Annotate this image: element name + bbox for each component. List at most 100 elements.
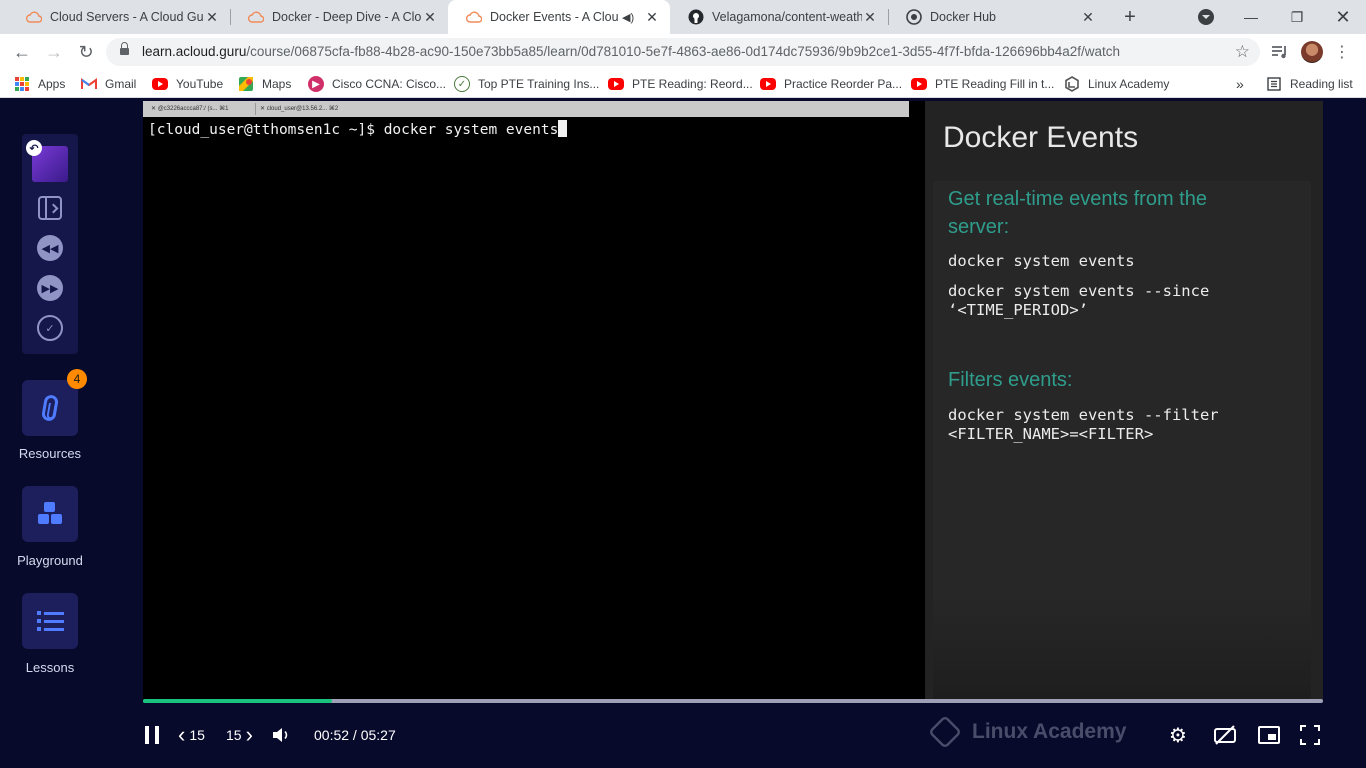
browser-tab-docker-hub[interactable]: Docker Hub ✕ bbox=[888, 0, 1106, 34]
bookmark-youtube[interactable]: YouTube bbox=[152, 70, 223, 98]
rewind-seconds: 15 bbox=[189, 727, 205, 743]
bookmarks-bar: Apps Gmail YouTube Maps ▶ Cisco CCNA: Ci… bbox=[0, 70, 1366, 98]
resources-count-badge: 4 bbox=[67, 369, 87, 389]
picture-in-picture-button[interactable] bbox=[1258, 722, 1280, 748]
lock-icon[interactable] bbox=[120, 42, 129, 57]
bookmarks-overflow-button[interactable]: » bbox=[1236, 70, 1244, 98]
bookmark-cisco[interactable]: ▶ Cisco CCNA: Cisco... bbox=[308, 70, 446, 98]
close-tab-icon[interactable]: ✕ bbox=[422, 9, 438, 25]
close-tab-icon[interactable]: ✕ bbox=[862, 9, 878, 25]
bookmark-practice-reorder[interactable]: Practice Reorder Pa... bbox=[760, 70, 902, 98]
bookmark-label: Maps bbox=[262, 77, 292, 91]
bookmark-maps[interactable]: Maps bbox=[238, 70, 291, 98]
chevron-left-icon: ‹ bbox=[178, 722, 186, 747]
forward-arrow-icon[interactable]: → bbox=[42, 40, 66, 64]
minimize-icon[interactable]: — bbox=[1228, 0, 1274, 34]
bookmark-label: YouTube bbox=[176, 77, 224, 91]
maps-icon bbox=[238, 76, 254, 92]
terminal-tab-1: ✕ @c3226accca87:/ (s... ⌘1 bbox=[151, 106, 229, 112]
browser-tab-docker-deep-dive[interactable]: Docker - Deep Dive - A Cloud ✕ bbox=[230, 0, 448, 34]
slide-title: Docker Events bbox=[943, 121, 1139, 154]
close-tab-icon[interactable]: ✕ bbox=[644, 9, 660, 25]
slide-panel: Docker Events Get real-time events from … bbox=[925, 101, 1323, 749]
gmail-icon bbox=[81, 76, 97, 92]
browser-tab-cloud-servers[interactable]: Cloud Servers - A Cloud Guru ✕ bbox=[8, 0, 230, 34]
address-bar[interactable]: learn.acloud.guru/course/06875cfa-fb88-4… bbox=[106, 38, 1260, 66]
tab-title: Docker Hub bbox=[930, 10, 996, 24]
forward-15-button[interactable]: 15 › bbox=[226, 722, 253, 748]
mark-complete-icon[interactable]: ✓ bbox=[36, 314, 64, 342]
fullscreen-button[interactable] bbox=[1300, 722, 1320, 748]
speaker-icon[interactable]: ◀) bbox=[622, 11, 636, 24]
paperclip-icon bbox=[40, 393, 60, 423]
captions-off-icon bbox=[1214, 725, 1236, 745]
terminal-tab-2: ✕ cloud_user@13.56.2... ⌘2 bbox=[255, 103, 363, 115]
previous-lesson-icon[interactable]: ◀◀ bbox=[36, 234, 64, 262]
bookmark-pte-reading[interactable]: PTE Reading: Reord... bbox=[608, 70, 753, 98]
video-progress-fill bbox=[143, 699, 332, 703]
url-path: /course/06875cfa-fb88-4b28-ac90-150e73bb… bbox=[246, 44, 1121, 59]
gear-icon: ⚙ bbox=[1169, 724, 1187, 747]
video-player[interactable]: ✕ @c3226accca87:/ (s... ⌘1 ✕ cloud_user@… bbox=[143, 101, 1323, 749]
bookmark-pte-fill[interactable]: PTE Reading Fill in t... bbox=[911, 70, 1054, 98]
video-progress-bar[interactable] bbox=[143, 699, 1323, 703]
url-text[interactable]: learn.acloud.guru/course/06875cfa-fb88-4… bbox=[142, 38, 1120, 66]
back-arrow-icon[interactable]: ← bbox=[10, 40, 34, 64]
docker-hub-icon bbox=[906, 9, 922, 25]
lessons-button[interactable] bbox=[22, 593, 78, 649]
playground-button[interactable] bbox=[22, 486, 78, 542]
bookmark-pte-training[interactable]: ✓ Top PTE Training Ins... bbox=[454, 70, 599, 98]
pause-button[interactable] bbox=[145, 722, 159, 748]
close-window-icon[interactable]: ✕ bbox=[1320, 0, 1366, 34]
cloud-icon bbox=[26, 9, 42, 25]
new-tab-button[interactable]: + bbox=[1118, 5, 1142, 29]
list-icon bbox=[36, 611, 64, 631]
media-control-icon[interactable] bbox=[1268, 40, 1292, 64]
url-host: learn.acloud.guru bbox=[142, 44, 247, 59]
bookmark-label: Top PTE Training Ins... bbox=[478, 77, 600, 91]
rewind-15-button[interactable]: ‹ 15 bbox=[178, 722, 205, 748]
slide-heading-line: Filters events: bbox=[948, 369, 1073, 391]
reload-icon[interactable]: ↻ bbox=[74, 40, 98, 64]
chevron-right-icon: › bbox=[245, 722, 253, 747]
tab-title: Docker Events - A Cloud bbox=[490, 10, 618, 24]
browser-toolbar: ← → ↻ learn.acloud.guru/course/06875cfa-… bbox=[0, 34, 1366, 70]
youtube-icon bbox=[152, 78, 168, 90]
picture-in-picture-icon bbox=[1258, 726, 1280, 744]
settings-button[interactable]: ⚙ bbox=[1169, 722, 1187, 748]
profile-avatar[interactable] bbox=[1300, 40, 1324, 64]
bookmark-gmail[interactable]: Gmail bbox=[81, 70, 136, 98]
browser-tab-github[interactable]: Velagamona/content-weathe ✕ bbox=[670, 0, 888, 34]
restore-icon[interactable]: ❐ bbox=[1274, 0, 1320, 34]
youtube-icon bbox=[608, 78, 624, 90]
captions-off-button[interactable] bbox=[1213, 722, 1237, 748]
slide-code-line: docker system events bbox=[948, 252, 1135, 270]
bookmark-star-icon[interactable]: ☆ bbox=[1235, 42, 1250, 62]
bookmark-label: PTE Reading: Reord... bbox=[632, 77, 753, 91]
close-tab-icon[interactable]: ✕ bbox=[1080, 9, 1096, 25]
cubes-icon bbox=[37, 502, 63, 526]
bookmark-label: Apps bbox=[38, 77, 66, 91]
lessons-label[interactable]: Lessons bbox=[0, 660, 100, 675]
bookmark-apps[interactable]: Apps bbox=[14, 70, 65, 98]
volume-icon bbox=[273, 728, 288, 742]
playground-label[interactable]: Playground bbox=[0, 553, 100, 568]
reading-list-label: Reading list bbox=[1290, 77, 1353, 91]
volume-button[interactable] bbox=[272, 722, 290, 748]
cisco-icon: ▶ bbox=[308, 76, 324, 92]
youtube-icon bbox=[760, 78, 776, 90]
tab-search-icon[interactable] bbox=[1198, 9, 1214, 25]
tab-title: Cloud Servers - A Cloud Guru bbox=[50, 10, 204, 24]
chrome-menu-icon[interactable]: ⋮ bbox=[1334, 40, 1350, 64]
bookmark-linux-academy[interactable]: Linux Academy bbox=[1064, 70, 1169, 98]
next-lesson-icon[interactable]: ▶▶ bbox=[36, 274, 64, 302]
back-to-course-icon[interactable]: ↶ bbox=[26, 140, 42, 156]
resources-label[interactable]: Resources bbox=[0, 446, 100, 461]
toggle-panel-icon[interactable] bbox=[36, 194, 64, 222]
close-tab-icon[interactable]: ✕ bbox=[204, 9, 220, 25]
forward-seconds: 15 bbox=[226, 727, 242, 743]
browser-tab-docker-events[interactable]: Docker Events - A Cloud ◀) ✕ bbox=[448, 0, 670, 34]
resources-button[interactable] bbox=[22, 380, 78, 436]
reading-list-button[interactable]: Reading list bbox=[1266, 70, 1353, 98]
tab-strip: Cloud Servers - A Cloud Guru ✕ Docker - … bbox=[0, 0, 1366, 34]
